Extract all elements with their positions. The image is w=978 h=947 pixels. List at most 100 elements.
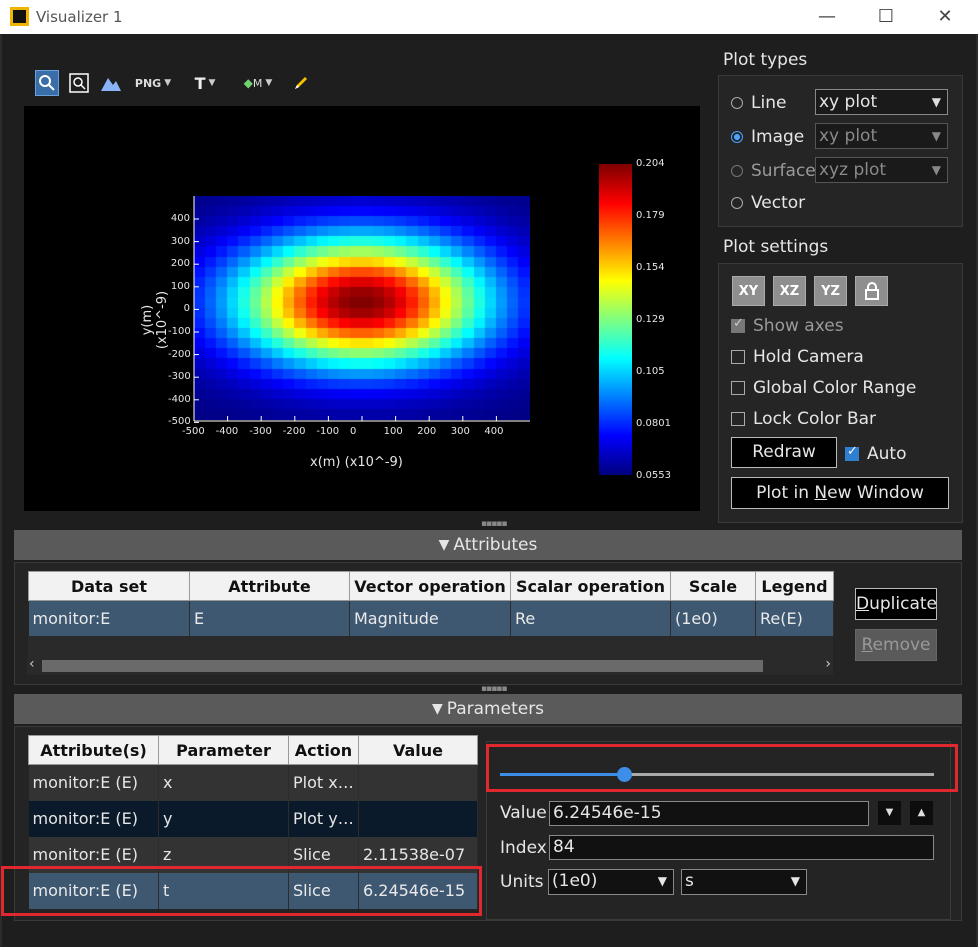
chevron-down-icon: ▼ [790, 874, 800, 888]
x-tick-label: 0 [350, 426, 357, 437]
radio-surface-icon [731, 165, 743, 177]
table-cell: Plot y… [288, 800, 359, 837]
parameters-header-0[interactable]: Attribute(s) [28, 735, 159, 765]
attributes-scrollbar[interactable]: ‹ › [27, 656, 833, 675]
image-type-select: xy plot ▼ [815, 123, 948, 149]
x-tick-label: -300 [249, 426, 272, 437]
units-scale-select[interactable]: (1e0) ▼ [548, 869, 674, 895]
attributes-header-3[interactable]: Scalar operation [510, 571, 671, 601]
checkbox-icon [731, 381, 745, 395]
units-value: s [685, 871, 694, 891]
plot-settings-title: Plot settings [723, 237, 829, 257]
splitter-grip[interactable]: ▪▪▪▪▪ [481, 519, 507, 529]
remove-label-u: R [861, 635, 873, 655]
surface-type-value: xyz plot [819, 160, 887, 180]
attributes-header-4[interactable]: Scale [670, 571, 756, 601]
parameters-header-3[interactable]: Value [358, 735, 478, 765]
attributes-bar-label: Attributes [453, 535, 538, 555]
colorbar-tick-label: 0.179 [636, 210, 665, 221]
lock-color-bar-checkbox[interactable]: Lock Color Bar [731, 409, 876, 429]
table-row[interactable]: monitor:E (E) x Plot x… [28, 764, 478, 801]
plot-in-new-window-button[interactable]: Plot in New Window [731, 477, 949, 509]
plot-types-title: Plot types [723, 50, 808, 70]
table-cell: Plot x… [288, 764, 359, 801]
color-bar [599, 164, 632, 475]
view-xz-button[interactable]: XZ [773, 276, 806, 306]
view-yz-button[interactable]: YZ [814, 276, 847, 306]
index-field[interactable]: 84 [549, 835, 934, 860]
plot-types-panel: Line xy plot ▼ Image xy plot ▼ Surface xyz… [718, 75, 963, 227]
view-xy-button[interactable]: XY [732, 276, 765, 306]
redraw-button[interactable]: Redraw [731, 437, 837, 468]
line-type-value: xy plot [819, 92, 878, 112]
scroll-right-icon[interactable]: › [825, 656, 831, 672]
increment-icon[interactable]: ▲ [910, 801, 933, 825]
remove-label: emove [872, 635, 931, 655]
scroll-left-icon[interactable]: ‹ [29, 656, 35, 672]
attributes-bar[interactable]: ▼ Attributes [14, 530, 962, 560]
hold-camera-checkbox[interactable]: Hold Camera [731, 347, 864, 367]
parameters-header-2[interactable]: Action [288, 735, 359, 765]
table-row[interactable]: monitor:E E Magnitude Re (1e0) Re(E) [28, 600, 834, 637]
table-cell: monitor:E (E) [28, 800, 159, 837]
y-tick-label: -400 [168, 393, 191, 405]
attributes-header-1[interactable]: Attribute [189, 571, 350, 601]
colorbar-tick-label: 0.129 [636, 314, 665, 325]
table-cell: monitor:E [28, 600, 190, 637]
table-cell: E [189, 600, 350, 637]
attributes-header-2[interactable]: Vector operation [349, 571, 511, 601]
table-row[interactable]: monitor:E (E) y Plot y… [28, 800, 478, 837]
y-tick-label: -200 [168, 348, 191, 360]
x-tick-label: -200 [282, 426, 306, 437]
auto-checkbox[interactable]: Auto [845, 444, 906, 464]
line-type-select[interactable]: xy plot ▼ [815, 89, 948, 115]
radio-surface-label: Surface [751, 161, 816, 181]
table-cell: x [158, 764, 289, 801]
x-tick-label: -500 [182, 426, 205, 437]
y-tick-label: 0 [183, 303, 190, 315]
global-color-range-label: Global Color Range [753, 378, 917, 398]
decrement-icon[interactable]: ▼ [878, 801, 901, 825]
value-field[interactable]: 6.24546e-15 [549, 801, 869, 826]
highlight-box [1, 866, 482, 916]
x-tick-label: 100 [383, 426, 403, 437]
show-axes-label: Show axes [753, 316, 844, 336]
remove-button: Remove [855, 629, 937, 661]
image-type-value: xy plot [819, 126, 878, 146]
radio-line-icon [731, 97, 743, 109]
radio-vector[interactable]: Vector [731, 192, 805, 214]
colorbar-tick-label: 0.0801 [636, 418, 671, 429]
auto-label: Auto [867, 444, 907, 464]
plot-new-window-label-b: ew Window [827, 483, 924, 503]
duplicate-label: uplicate [869, 594, 937, 614]
parameters-header-1[interactable]: Parameter [158, 735, 289, 765]
table-cell [358, 764, 478, 801]
radio-image-icon [731, 131, 743, 143]
radio-vector-icon [731, 197, 743, 209]
x-tick-label: -100 [316, 426, 340, 437]
attributes-header-0[interactable]: Data set [28, 571, 190, 601]
units-select[interactable]: s ▼ [681, 869, 807, 895]
scrollbar-thumb[interactable] [42, 660, 763, 672]
hold-camera-label: Hold Camera [753, 347, 864, 367]
global-color-range-checkbox[interactable]: Global Color Range [731, 378, 916, 398]
colorbar-tick-label: 0.105 [636, 366, 665, 377]
radio-line[interactable]: Line [731, 92, 786, 114]
y-tick-label: -300 [168, 371, 191, 383]
checkbox-icon [731, 412, 745, 426]
colorbar-tick-label: 0.204 [636, 158, 665, 169]
attributes-header-5[interactable]: Legend [755, 571, 834, 601]
highlight-box [486, 744, 958, 792]
splitter-grip[interactable]: ▪▪▪▪▪ [481, 684, 507, 694]
x-axis-label: x(m) (x10^-9) [310, 455, 403, 470]
lock-icon[interactable] [855, 276, 888, 306]
table-cell: monitor:E (E) [28, 764, 159, 801]
checkbox-icon [731, 316, 745, 333]
duplicate-button[interactable]: Duplicate [855, 588, 937, 620]
radio-image[interactable]: Image [731, 126, 804, 148]
y-tick-label: 300 [170, 235, 190, 247]
surface-type-select: xyz plot ▼ [815, 157, 948, 183]
colorbar-tick-label: 0.154 [636, 262, 665, 273]
parameters-bar[interactable]: ▼ Parameters [14, 694, 962, 724]
duplicate-label-u: D [856, 594, 870, 614]
